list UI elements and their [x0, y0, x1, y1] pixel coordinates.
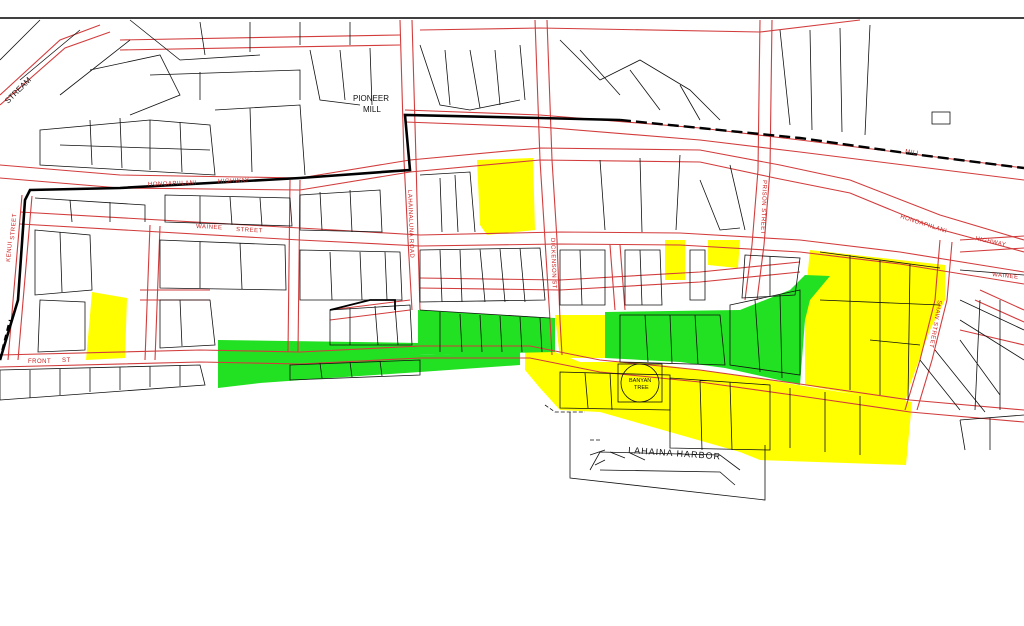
- label-dickenson-st: DICKENSON ST: [549, 238, 557, 289]
- map-root: STREAM PIONEER MILL HONOAPIILANI HIGHWAY…: [0, 0, 1024, 626]
- label-banyan-tree-2: TREE: [634, 385, 649, 391]
- label-prison-street: PRISON STREET: [759, 180, 767, 235]
- label-stream: STREAM: [3, 75, 33, 105]
- label-kenui-street-1: KENUI: [6, 241, 14, 262]
- zone-yellow-small-2[interactable]: [708, 240, 740, 268]
- zone-yellow-group: [86, 158, 945, 465]
- label-honoapiilani-west-2: HIGHWAY: [218, 178, 250, 185]
- label-lahainaluna-road: LAHAINALUNA ROAD: [406, 190, 414, 259]
- zone-yellow-north[interactable]: [477, 158, 535, 235]
- label-pioneer-mill-1: PIONEER: [353, 94, 389, 103]
- label-wainee-street-2: STREET: [236, 227, 263, 234]
- street-dickenson[interactable]: [534, 19, 553, 356]
- label-honoapiilani-west-1: HONOAPIILANI: [148, 180, 197, 188]
- label-banyan-tree-1: BANYAN: [629, 378, 651, 384]
- zone-yellow-west[interactable]: [86, 292, 127, 360]
- label-honoapiilani-east-1: HONOAPIILANI: [899, 214, 947, 235]
- label-lahaina-harbor: LAHAINA HARBOR: [628, 445, 722, 461]
- label-front-st-1: FRONT: [28, 359, 51, 365]
- map-canvas[interactable]: STREAM PIONEER MILL HONOAPIILANI HIGHWAY…: [0, 0, 1024, 626]
- zone-yellow-mid-block[interactable]: [555, 315, 605, 358]
- label-front-st-2: ST: [62, 358, 71, 364]
- label-wainee-street-1: WAINEE: [196, 224, 223, 231]
- label-pioneer-mill-2: MILL: [363, 105, 381, 114]
- label-kenui-street-2: STREET: [10, 213, 18, 240]
- label-mill: MILL: [905, 149, 921, 157]
- zone-yellow-east-block[interactable]: [805, 250, 945, 402]
